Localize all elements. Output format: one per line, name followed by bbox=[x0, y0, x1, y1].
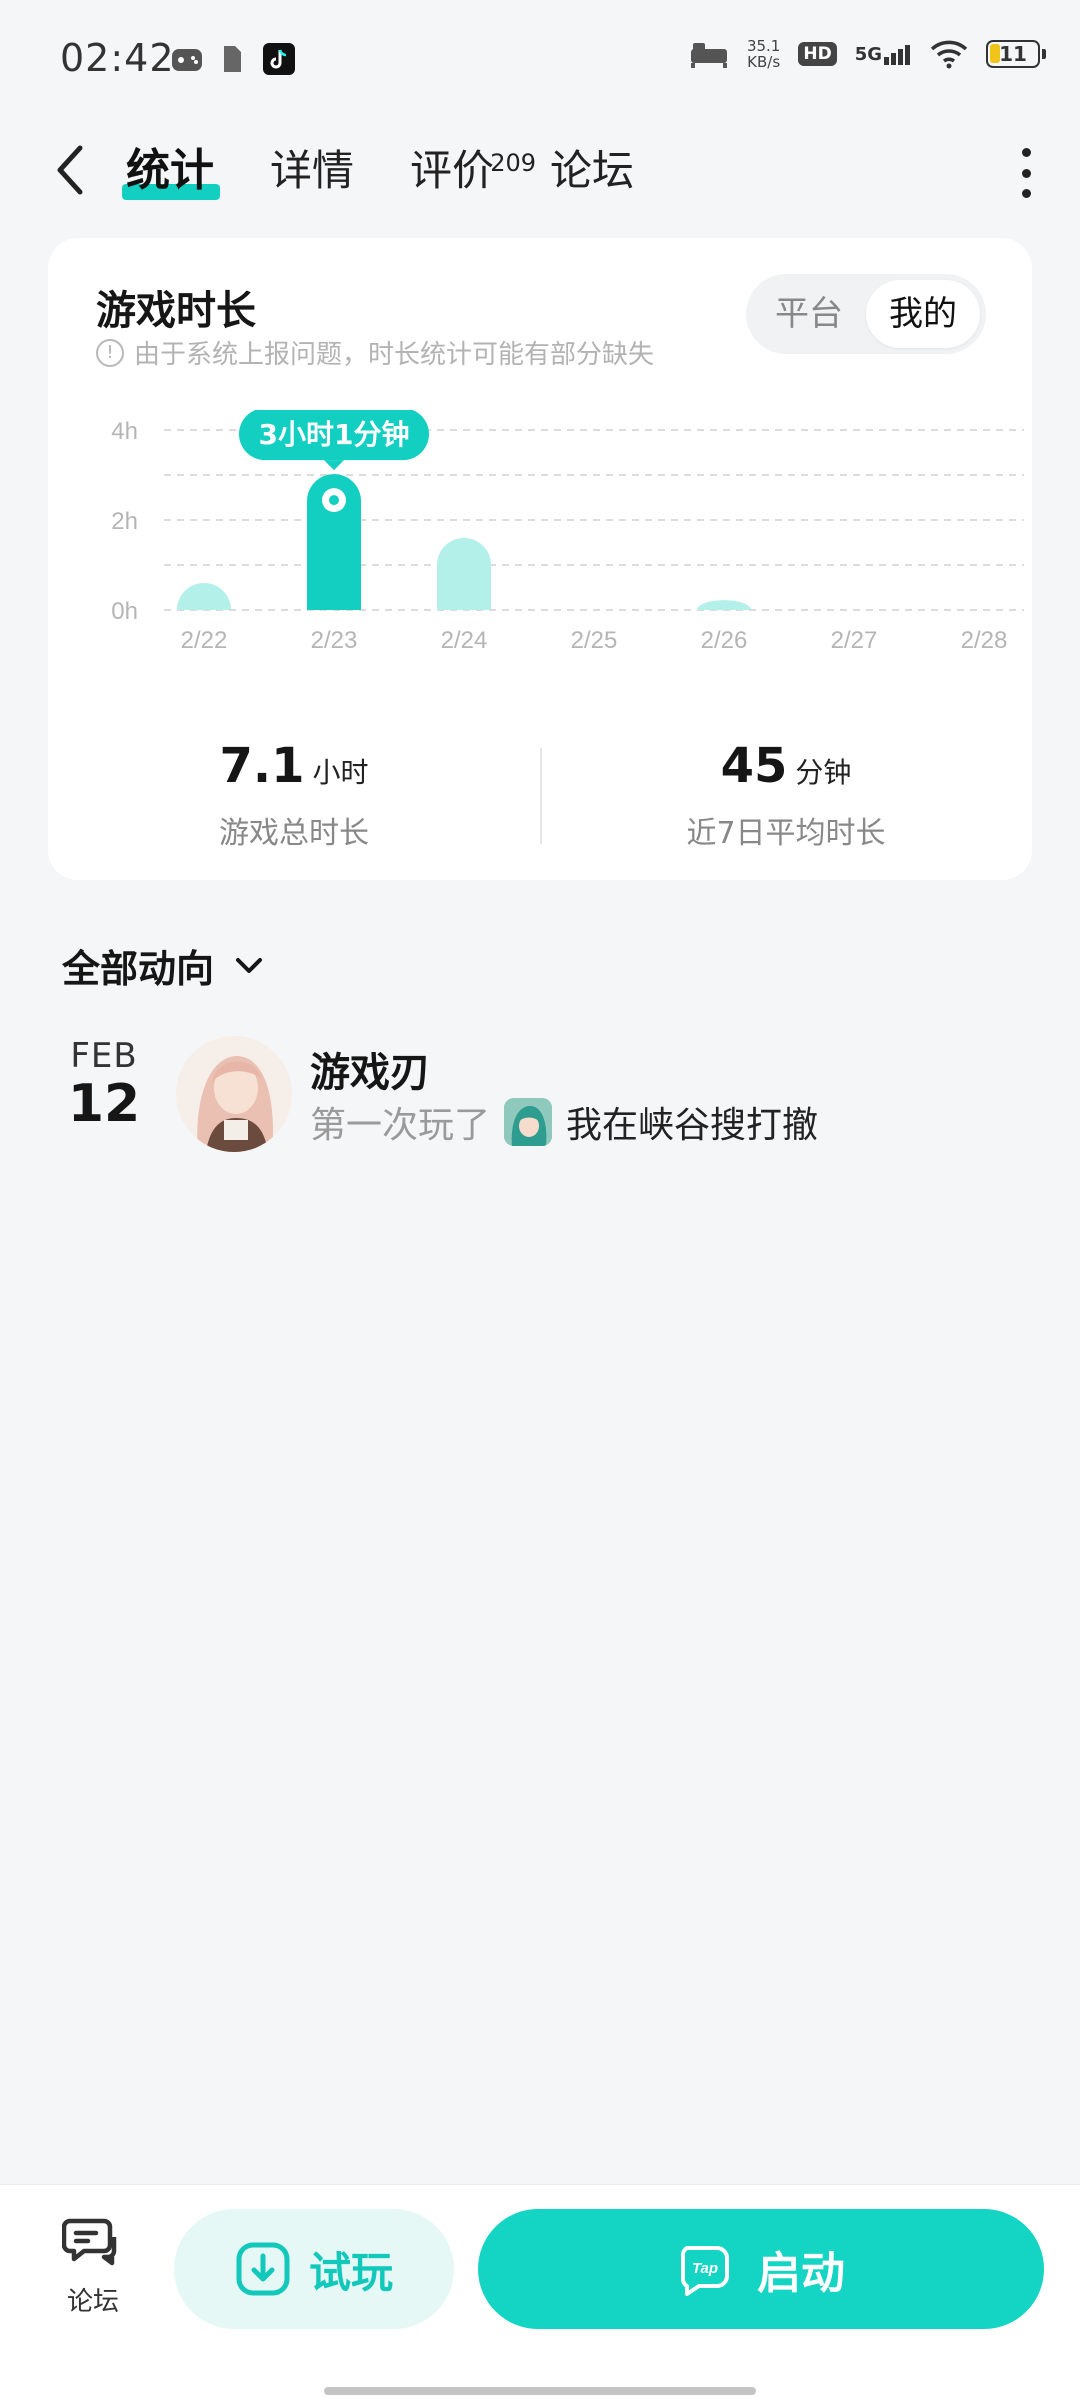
data-notice: ! 由于系统上报问题，时长统计可能有部分缺失 bbox=[96, 334, 654, 371]
playtime-chart: 0h 2h 4h 2/22 3小时1分钟 2/23 2/24 2/25 2/26 2/27 2/28 bbox=[111, 410, 1024, 654]
tab-stats[interactable]: 统计 bbox=[122, 136, 220, 206]
total-value: 7.1 bbox=[219, 738, 305, 794]
x-tick-label: 2/22 bbox=[181, 627, 228, 654]
tab-reviews[interactable]: 评价 209 bbox=[410, 136, 536, 206]
toggle-platform[interactable]: 平台 bbox=[752, 280, 866, 348]
bar-2/22 bbox=[177, 583, 231, 610]
hd-badge: HD bbox=[798, 42, 837, 66]
activity-day: 12 bbox=[67, 1074, 141, 1134]
bar-2/24 bbox=[437, 538, 491, 610]
sim-card-icon bbox=[224, 46, 241, 72]
x-tick-label: 2/26 bbox=[701, 627, 748, 654]
y-tick-label: 4h bbox=[111, 418, 138, 445]
activity-month: FEB bbox=[70, 1036, 138, 1076]
back-arrow-icon[interactable] bbox=[50, 140, 94, 200]
bar-tooltip-label: 3小时1分钟 bbox=[259, 418, 410, 451]
toggle-mine[interactable]: 我的 bbox=[866, 280, 980, 348]
activity-action: 第一次玩了 bbox=[310, 1105, 491, 1146]
status-right: 35.1 KB/s HD 5G 11 bbox=[689, 37, 1046, 71]
summary-divider bbox=[540, 748, 542, 844]
trial-play-button[interactable]: 试玩 bbox=[174, 2209, 454, 2329]
status-time: 02:42 bbox=[60, 36, 175, 80]
launch-label: 启动 bbox=[757, 2248, 845, 2299]
bar-marker-dot bbox=[329, 495, 339, 506]
game-thumbnail[interactable] bbox=[504, 1098, 553, 1146]
x-tick-label: 2/25 bbox=[571, 627, 618, 654]
x-tick-label: 2/23 bbox=[311, 627, 358, 654]
avg-unit: 分钟 bbox=[795, 756, 852, 789]
avg-label: 近7日平均时长 bbox=[686, 816, 886, 851]
bar-tooltip-pointer bbox=[324, 460, 344, 471]
trial-play-label: 试玩 bbox=[308, 2247, 393, 2297]
tab-forum[interactable]: 论坛 bbox=[550, 136, 634, 206]
average-playtime: 45 分钟 近7日平均时长 bbox=[540, 738, 1032, 851]
activity-description: 第一次玩了 我在峡谷搜打撤 bbox=[310, 1096, 818, 1148]
tiktok-icon bbox=[263, 43, 295, 75]
svg-text:Tap: Tap bbox=[692, 2260, 718, 2277]
forum-label: 论坛 bbox=[66, 2287, 119, 2317]
x-tick-label: 2/24 bbox=[441, 627, 488, 654]
net-speed: 35.1 KB/s bbox=[746, 37, 781, 71]
forum-button[interactable]: 论坛 bbox=[58, 2215, 128, 2318]
y-tick-label: 2h bbox=[111, 508, 138, 535]
total-unit: 小时 bbox=[312, 756, 369, 789]
x-tick-label: 2/28 bbox=[961, 627, 1008, 654]
game-controller-icon bbox=[172, 49, 202, 71]
battery-icon: 11 bbox=[986, 40, 1046, 68]
launch-button[interactable]: Tap 启动 bbox=[478, 2209, 1044, 2329]
avatar[interactable] bbox=[176, 1036, 292, 1152]
tap-logo-icon: Tap bbox=[680, 2246, 729, 2296]
card-title: 游戏时长 bbox=[96, 288, 256, 334]
forum-chat-icon bbox=[61, 2218, 117, 2266]
tab-details[interactable]: 详情 bbox=[270, 136, 354, 206]
bottom-action-bar: 论坛 试玩 Tap 启动 bbox=[0, 2184, 1080, 2400]
more-menu-icon[interactable] bbox=[1016, 148, 1036, 198]
bar-2/26 bbox=[697, 600, 751, 610]
activity-game-name[interactable]: 我在峡谷搜打撤 bbox=[566, 1096, 818, 1148]
signal-icon: 5G bbox=[855, 43, 912, 65]
wifi-icon bbox=[930, 40, 968, 69]
x-tick-label: 2/27 bbox=[831, 627, 878, 654]
info-icon: ! bbox=[96, 338, 124, 367]
bed-icon bbox=[690, 43, 727, 68]
activity-date: FEB 12 bbox=[64, 1036, 144, 1134]
total-playtime: 7.1 小时 游戏总时长 bbox=[48, 738, 540, 851]
avg-value: 45 bbox=[720, 738, 788, 794]
home-indicator[interactable] bbox=[324, 2387, 756, 2395]
y-tick-label: 0h bbox=[111, 598, 138, 625]
playtime-card: 游戏时长 ! 由于系统上报问题，时长统计可能有部分缺失 平台 我的 0h 2h 4h… bbox=[48, 238, 1032, 880]
tab-bar: 统计 详情 评价 209 论坛 bbox=[122, 136, 690, 206]
activity-filter[interactable]: 全部动向 bbox=[62, 938, 266, 993]
total-label: 游戏总时长 bbox=[219, 816, 369, 851]
activity-user-name[interactable]: 游戏刃 bbox=[310, 1040, 430, 1098]
source-toggle: 平台 我的 bbox=[746, 274, 986, 354]
chevron-down-icon bbox=[236, 957, 263, 973]
top-nav: 统计 详情 评价 209 论坛 bbox=[0, 118, 1080, 228]
download-icon bbox=[236, 2242, 290, 2296]
status-bar: 02:42 35.1 KB/s HD 5G 11 bbox=[0, 0, 1080, 118]
review-count-badge: 209 bbox=[490, 149, 537, 177]
